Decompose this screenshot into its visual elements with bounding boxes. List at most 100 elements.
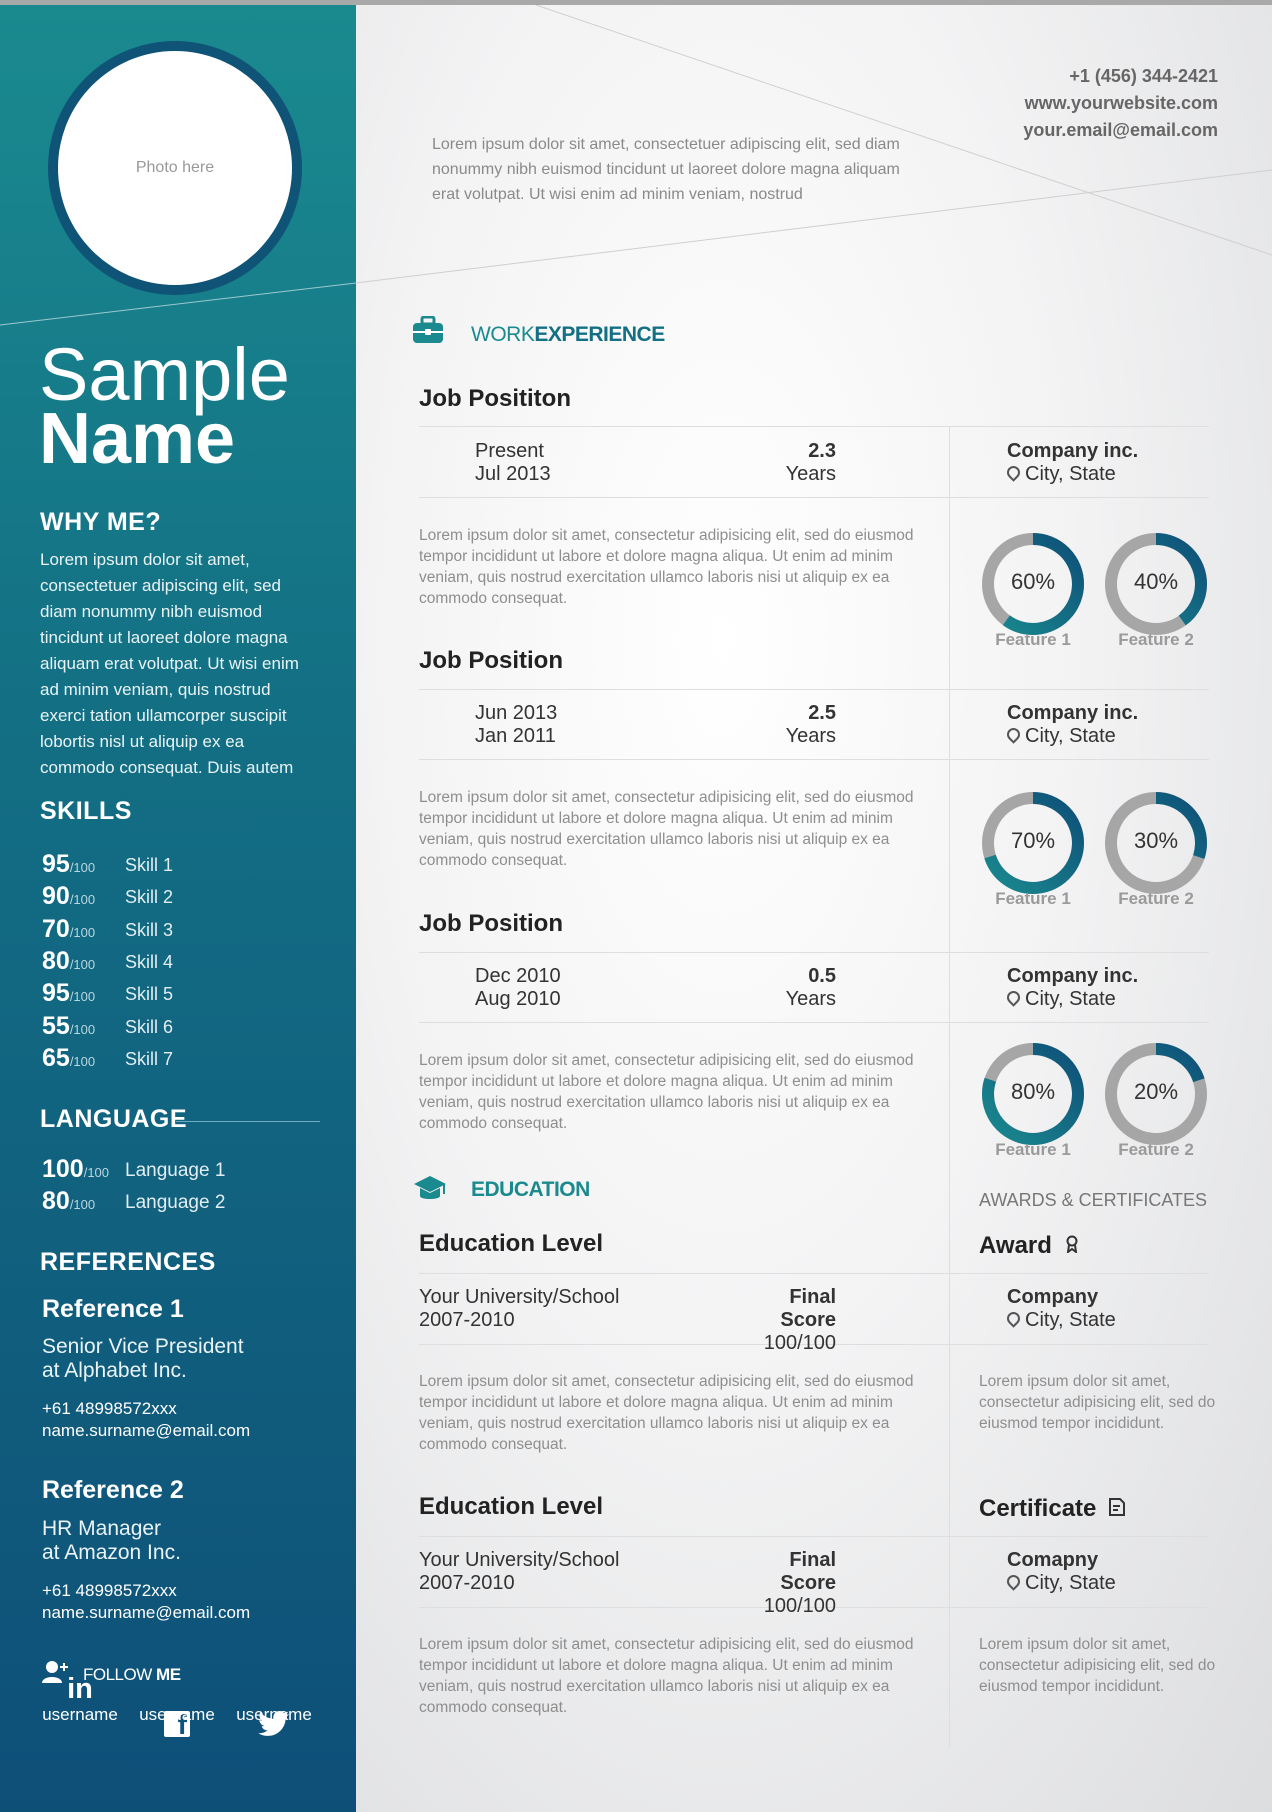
language-name: Language 2 [125,1192,226,1213]
education-score-block: Final Score 100/100 [736,1286,836,1355]
divider [419,759,1209,760]
skill-name: Skill 2 [125,887,174,908]
contact-email[interactable]: your.email@email.com [1023,117,1218,144]
education-school-block: Your University/School 2007-2010 [419,1286,619,1332]
job-duration: 2.5 Years [736,702,836,748]
divider [419,1536,1209,1537]
language-score: 80 [42,1187,70,1215]
job-title: Job Position [419,647,563,674]
location-pin-icon [1004,463,1023,482]
final-score-value: 100/100 [763,1595,836,1617]
skill-max: /100 [69,1021,96,1037]
reference-role: Senior Vice President [42,1335,244,1358]
company-location: City, State [1004,463,1138,486]
job-dates: Present Jul 2013 [475,440,551,486]
linkedin-username[interactable]: username [30,1705,130,1725]
job-description: Lorem ipsum dolor sit amet, consectetur … [419,527,914,607]
location-text: City, State [1025,988,1116,1010]
contact-phone[interactable]: +1 (456) 344-2421 [1023,63,1218,90]
me-label: ME [156,1665,181,1684]
education-description: Lorem ipsum dolor sit amet, consectetur … [419,1373,914,1453]
reference-email[interactable]: name.surname@email.com [42,1420,250,1442]
main-content: +1 (456) 344-2421 www.yourwebsite.com yo… [356,5,1272,1812]
donut-percent: 80% [1010,1079,1056,1104]
job-date-start: Aug 2010 [475,988,561,1010]
graduation-cap-icon [414,1176,446,1199]
skill-row: 90/100 Skill 2 [42,882,292,914]
skill-row: 95/100 Skill 5 [42,979,292,1011]
certificate-icon [1109,1498,1126,1516]
company-name: Company inc. [1007,440,1139,462]
twitter-username[interactable]: username [224,1705,324,1725]
donut-percent: 20% [1133,1079,1179,1104]
reference-email[interactable]: name.surname@email.com [42,1602,250,1624]
job-date-end: Dec 2010 [475,965,561,987]
donut-percent: 70% [1010,828,1056,853]
job-title: Job Posititon [419,385,571,412]
company-location: City, State [1004,988,1138,1011]
job-dates: Jun 2013 Jan 2011 [475,702,557,748]
job-duration: 2.3 Years [736,440,836,486]
skill-score: 70 [42,914,70,943]
company-name: Company inc. [1007,702,1139,724]
skill-name: Skill 6 [125,1016,174,1037]
certificate-company-name: Comapny [1007,1549,1099,1571]
feature-label: Feature 2 [1118,630,1194,649]
reference-title: Reference 1 [42,1295,184,1323]
feature-label: Feature 1 [995,630,1071,649]
skill-row: 70/100 Skill 3 [42,915,292,947]
job-title: Job Position [419,910,563,937]
sidebar: Photo here Sample Name WHY ME? Lorem ips… [0,5,356,1812]
skill-max: /100 [69,892,96,908]
job-years-value: 2.5 [808,702,836,724]
skill-row: 55/100 Skill 6 [42,1012,292,1044]
award-company: Company City, State [1004,1286,1116,1332]
language-divider [176,1121,320,1122]
photo-placeholder[interactable]: Photo here [58,51,292,285]
location-text: City, State [1025,463,1116,485]
job-years-label: Years [785,463,836,485]
location-pin-icon [1004,1572,1023,1591]
education-score-block: Final Score 100/100 [736,1549,836,1618]
skill-score: 80 [42,946,70,975]
language-name: Language 1 [125,1160,226,1181]
award-title-text: Award [979,1232,1052,1259]
feature-label: Feature 2 [1118,889,1194,908]
location-text: City, State [1025,1572,1116,1594]
facebook-username[interactable]: username [127,1705,227,1725]
donut-percent: 60% [1010,569,1056,594]
job-dates: Dec 2010 Aug 2010 [475,965,561,1011]
contact-website[interactable]: www.yourwebsite.com [1023,90,1218,117]
divider [419,426,1209,427]
reference-role: HR Manager [42,1517,162,1540]
donut-percent: 40% [1133,569,1179,594]
final-score-value: 100/100 [763,1332,836,1354]
company-location: City, State [1004,725,1138,748]
reference-phone: +61 48998572xxx [42,1581,177,1600]
feature-donut: 70% Feature 1 [981,791,1085,921]
job-description: Lorem ipsum dolor sit amet, consectetur … [419,1052,914,1132]
award-title: Award [979,1232,1079,1260]
job-years-value: 0.5 [808,965,836,987]
skill-max: /100 [69,860,96,875]
skill-max: /100 [69,956,96,972]
linkedin-icon[interactable]: in [30,1673,130,1706]
reference-phone: +61 48998572xxx [42,1399,177,1418]
job-date-end: Jun 2013 [475,702,558,724]
skill-score: 95 [42,979,70,1008]
certificate-description: Lorem ipsum dolor sit amet, consectetur … [979,1636,1216,1695]
skill-name: Skill 3 [125,919,174,940]
briefcase-icon [413,316,443,343]
skill-score: 90 [42,882,70,911]
education-heading: EDUCATION [471,1178,590,1201]
award-icon [1066,1235,1078,1255]
skill-max: /100 [69,989,96,1005]
education-school: Your University/School [419,1286,620,1308]
job-company: Company inc. City, State [1004,965,1138,1011]
column-divider [949,427,950,1747]
location-pin-icon [1004,988,1023,1007]
why-me-heading: WHY ME? [40,508,162,536]
feature-donut: 20% Feature 2 [1104,1042,1208,1172]
award-company-name: Company [1007,1286,1099,1308]
divider [419,1273,1209,1274]
